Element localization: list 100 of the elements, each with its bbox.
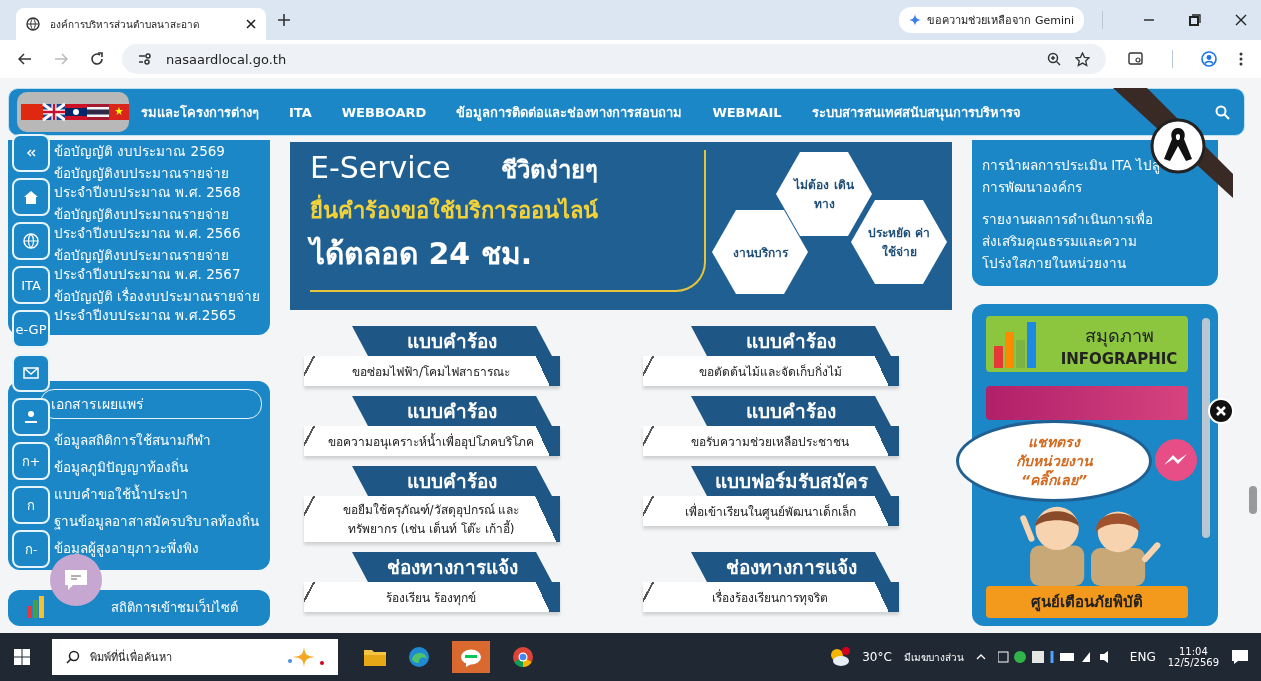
side-button[interactable]: ก+ <box>12 442 50 480</box>
ita-link[interactable]: รายงานผลการดำเนินการเพื่อส่งเสริมคุณธรรมและความโปร่งใสภายในหน่วยงาน <box>982 208 1162 274</box>
card-subtitle[interactable]: เรื่องร้องเรียนการทุจริต <box>643 582 899 612</box>
search-icon[interactable] <box>1215 104 1230 120</box>
card-title[interactable]: แบบคำร้อง <box>691 396 891 426</box>
profile-icon[interactable] <box>1201 51 1217 67</box>
gemini-button[interactable]: ขอความช่วยเหลือจาก Gemini <box>899 7 1084 33</box>
side-button[interactable]: ก <box>12 486 50 524</box>
nav-link[interactable]: WEBBOARD <box>341 104 427 120</box>
card-title[interactable]: ช่องทางการแจ้ง <box>352 552 552 582</box>
bubble-text: กับหน่วยงาน <box>1015 451 1093 470</box>
document-link[interactable]: ฐานข้อมูลอาสาสมัครบริบาลท้องถิ่น <box>54 509 262 533</box>
bubble-text: “คลิ๊กเลย” <box>1020 470 1087 490</box>
nav-link[interactable]: WEBMAIL <box>712 104 782 120</box>
card-subtitle[interactable]: เพื่อเข้าเรียนในศูนย์พัฒนาเด็กเล็ก <box>643 496 899 526</box>
scrollbar[interactable] <box>1202 318 1210 538</box>
address-bar[interactable]: nasaardlocal.go.th <box>122 44 1106 74</box>
document-link[interactable]: ข้อมูลสถิติการใช้สนามกีฬา <box>54 428 262 452</box>
browser-tab[interactable]: องค์การบริหารส่วนตำบลนาสะอาด <box>16 8 266 40</box>
close-icon[interactable] <box>246 19 256 29</box>
weather-icon[interactable] <box>828 647 851 667</box>
warning-banner[interactable]: ศูนย์เตือนภัยพิบัติ <box>986 586 1188 618</box>
message-icon <box>63 568 89 592</box>
nav-link[interactable]: ข้อมูลการติดต่อและช่องทางการสอบถาม <box>456 101 683 123</box>
card-title[interactable]: ช่องทางการแจ้ง <box>691 552 891 582</box>
close-icon[interactable] <box>1235 14 1247 26</box>
card-title[interactable]: แบบคำร้อง <box>352 466 552 496</box>
card-title[interactable]: แบบฟอร์มรับสมัคร <box>691 466 891 496</box>
chrome-icon[interactable] <box>512 646 534 668</box>
mail-button[interactable] <box>12 354 50 392</box>
restore-icon[interactable] <box>1189 14 1201 26</box>
card-subtitle[interactable]: ขอซ่อมไฟฟ้า/โคมไฟสาธารณะ <box>304 356 560 386</box>
clock-date: 12/5/2569 <box>1167 657 1219 668</box>
globe-icon <box>26 17 40 31</box>
banner-title: E-Service <box>310 150 451 185</box>
star-icon[interactable] <box>1075 51 1090 67</box>
banner-headline: ยื่นคำร้องขอใช้บริการออนไลน์ <box>310 193 690 228</box>
home-button[interactable] <box>12 178 50 216</box>
mail-icon <box>23 367 39 379</box>
nav-link[interactable]: ระบบสารสนเทศสนับสนุนการบริหารจ <box>811 101 1021 123</box>
budget-link[interactable]: ข้อบัญญัติ เรื่องงบประมาณรายจ่าย ประจำปีงบประมาณ พ.ศ.2565 <box>54 287 262 325</box>
weather-text: มีเมฆบางส่วน <box>903 650 964 665</box>
nav-link[interactable]: ITA <box>289 104 312 120</box>
hexagon-label: ประหยัด ค่าใช้จ่าย <box>851 200 947 284</box>
language-indicator[interactable]: ENG <box>1129 650 1156 664</box>
globe-icon <box>23 233 39 249</box>
tab-search-icon[interactable] <box>1128 52 1144 66</box>
new-tab-icon[interactable] <box>278 14 290 26</box>
card-subtitle[interactable]: ขอความอนุเคราะห์น้ำเพื่ออุปโภคบริโภค <box>304 426 560 456</box>
card-title[interactable]: แบบคำร้อง <box>691 326 891 356</box>
banner-title: สมุดภาพ <box>1084 323 1154 349</box>
person-icon <box>24 410 38 424</box>
document-link[interactable]: ข้อมูลภูมิปัญญาท้องถิ่น <box>54 455 262 479</box>
banner-subtitle: INFOGRAPHIC <box>1060 349 1178 368</box>
budget-link[interactable]: ข้อบัญญัติงบประมาณรายจ่าย ประจำปีงบประมาณ พ.ศ. 2567 <box>54 246 262 284</box>
side-button[interactable]: ITA <box>12 266 50 304</box>
chat-app-icon[interactable] <box>452 641 490 673</box>
card-subtitle[interactable]: ขอตัดต้นไม้และจัดเก็บกิ่งไม้ <box>643 356 899 386</box>
card-title[interactable]: แบบคำร้อง <box>352 326 552 356</box>
temperature-text: 30°C <box>862 650 892 664</box>
budget-link[interactable]: ข้อบัญญัติงบประมาณรายจ่าย ประจำปีงบประมาณ พ.ศ. 2566 <box>54 205 262 243</box>
notification-icon[interactable] <box>1231 649 1249 665</box>
site-settings-icon[interactable] <box>138 53 152 65</box>
nav-link[interactable]: รมและโครงการต่างๆ <box>141 101 259 123</box>
side-button[interactable]: ก- <box>12 530 50 568</box>
eservice-banner[interactable]: E-Service ชีวิตง่ายๆ ยื่นคำร้องขอใช้บริการออนไลน์ ได้ตลอด 24 ชม. ไม่ต้อง เดินทาง งานบริการ ประหยัด ค่าใช้จ่าย <box>290 142 952 310</box>
budget-link[interactable]: ข้อบัญญัติงบประมาณรายจ่าย ประจำปีงบประมาณ พ.ศ. 2568 <box>54 164 262 202</box>
document-link[interactable]: ข้อมูลผู้สูงอายุภาวะพึ่งพิง <box>54 536 262 560</box>
infographic-banner[interactable]: สมุดภาพ INFOGRAPHIC <box>986 316 1188 372</box>
language-button[interactable] <box>12 222 50 260</box>
back-icon[interactable] <box>18 52 32 66</box>
card-subtitle[interactable]: ขอยืมใช้ครุภัณฑ์/วัสดุอุปกรณ์ และทรัพยากร (เช่น เต็นท์ โต๊ะ เก้าอี้) <box>304 496 560 542</box>
side-button[interactable]: e-GP <box>12 310 50 348</box>
home-icon <box>24 190 38 204</box>
hexagon-label: งานบริการ <box>712 210 808 294</box>
zoom-icon[interactable] <box>1047 52 1061 66</box>
menu-icon[interactable] <box>1239 52 1243 66</box>
messenger-icon[interactable] <box>1154 438 1198 482</box>
chevron-up-icon[interactable] <box>975 654 986 660</box>
windows-logo-icon[interactable] <box>14 649 30 665</box>
language-flags-drawing[interactable] <box>17 92 129 132</box>
card-subtitle[interactable]: ขอรับความช่วยเหลือประชาชน <box>643 426 899 456</box>
account-button[interactable] <box>12 398 50 436</box>
bar-chart-icon <box>26 596 46 618</box>
banner-tagline: ชีวิตง่ายๆ <box>500 155 598 186</box>
document-link[interactable]: แบบคำขอใช้น้ำประปา <box>54 482 262 506</box>
scrollbar[interactable] <box>1249 486 1257 514</box>
card-title[interactable]: แบบคำร้อง <box>352 396 552 426</box>
collapse-button[interactable] <box>12 134 50 172</box>
clock-time: 11:04 <box>1178 646 1208 657</box>
stats-label[interactable]: สถิติการเข้าชมเว็บไซต์ <box>111 596 238 618</box>
card-subtitle[interactable]: ร้องเรียน ร้องทุกข์ <box>304 582 560 612</box>
double-chevron-icon <box>26 149 36 157</box>
browser-icon[interactable] <box>408 646 430 668</box>
budget-link[interactable]: ข้อบัญญัติ งบประมาณ 2569 <box>54 142 262 161</box>
folder-icon[interactable] <box>364 648 386 666</box>
reload-icon[interactable] <box>90 52 104 66</box>
taskbar-search-field[interactable]: พิมพ์ที่นี่เพื่อค้นหา <box>52 639 338 675</box>
search-placeholder: พิมพ์ที่นี่เพื่อค้นหา <box>90 648 172 666</box>
url-text: nasaardlocal.go.th <box>166 51 287 67</box>
